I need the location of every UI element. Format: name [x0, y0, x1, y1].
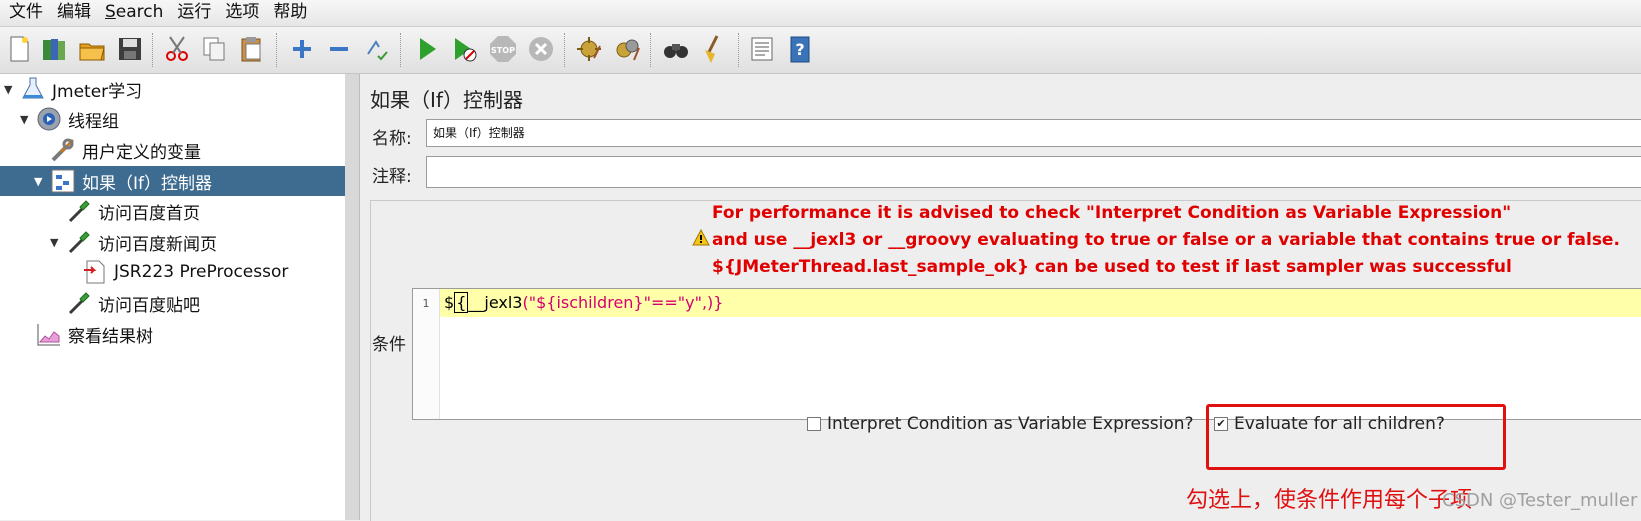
flask-icon — [18, 75, 48, 103]
name-field[interactable]: 如果（If）控制器 — [426, 119, 1641, 147]
warning-line: ${JMeterThread.last_sample_ok} can be us… — [712, 257, 1512, 277]
menu-search[interactable]: Search — [96, 0, 168, 26]
clear-icon[interactable] — [572, 32, 606, 66]
splitter-handle[interactable] — [345, 74, 360, 520]
open-icon[interactable] — [75, 32, 109, 66]
name-label: 名称: — [372, 129, 412, 149]
code-token-args: ("${ischildren}"=="y",)} — [522, 293, 724, 312]
menu-help[interactable]: 帮助 — [264, 0, 312, 26]
test-plan-tree: ▼ Jmeter学习 ▼ 线程组 用户定义的变量 ▼ 如果（If）控制器 访问百… — [0, 74, 346, 520]
function-helper-icon[interactable] — [745, 32, 779, 66]
toolbar: STOP ? — [0, 27, 1641, 74]
tree-node-label: 用户定义的变量 — [82, 142, 201, 163]
start-no-pause-icon[interactable] — [447, 32, 481, 66]
menu-run[interactable]: 运行 — [168, 0, 216, 26]
tree-node-label: 访问百度贴吧 — [98, 295, 200, 316]
interpret-label: Interpret Condition as Variable Expressi… — [827, 414, 1194, 434]
search-icon[interactable] — [659, 32, 693, 66]
performance-warning: For performance it is advised to check "… — [692, 200, 1620, 281]
help-icon[interactable]: ? — [783, 32, 817, 66]
tree-node-sampler-home[interactable]: 访问百度首页 — [50, 196, 200, 226]
cut-icon[interactable] — [160, 32, 194, 66]
pipette-icon — [64, 197, 94, 225]
line-number: 1 — [413, 289, 440, 419]
gear-icon — [34, 105, 64, 133]
tree-node-sampler-tieba[interactable]: 访问百度贴吧 — [50, 288, 200, 318]
templates-icon[interactable] — [37, 32, 71, 66]
tree-node-label: 访问百度新闻页 — [98, 234, 217, 255]
toolbar-separator — [152, 33, 155, 67]
warning-icon — [692, 229, 710, 246]
clear-all-icon[interactable] — [610, 32, 644, 66]
tree-node-label: Jmeter学习 — [52, 81, 143, 102]
tree-expand-toggle[interactable]: ▼ — [4, 83, 18, 96]
expand-icon[interactable] — [285, 32, 319, 66]
toggle-icon[interactable] — [360, 32, 394, 66]
tree-expand-toggle[interactable]: ▼ — [20, 113, 34, 126]
shutdown-icon[interactable] — [524, 32, 558, 66]
annotation-note: 勾选上，使条件作用每个子项 — [1186, 488, 1473, 513]
tree-node-label: JSR223 PreProcessor — [114, 262, 289, 282]
toolbar-separator — [738, 33, 741, 67]
toolbar-separator — [564, 33, 567, 67]
menu-edit[interactable]: 编辑 — [48, 0, 96, 26]
preprocessor-icon — [80, 258, 110, 286]
pipette-icon — [64, 228, 94, 256]
watermark: CSDN @Tester_muller — [1442, 490, 1638, 511]
tree-node-sampler-news[interactable]: ▼ 访问百度新闻页 — [50, 227, 217, 257]
code-line[interactable]: ${__jexl3("${ischildren}"=="y",)} — [440, 289, 1641, 317]
warning-line: For performance it is advised to check "… — [712, 203, 1512, 223]
checkbox-unchecked[interactable] — [807, 417, 821, 431]
pipette-icon — [64, 289, 94, 317]
condition-label: 条件 — [372, 335, 406, 355]
code-token-function: __jexl3 — [468, 293, 523, 312]
save-icon[interactable] — [113, 32, 147, 66]
paste-icon[interactable] — [235, 32, 269, 66]
tree-node-label: 察看结果树 — [68, 326, 153, 347]
condition-editor[interactable]: 1 ${__jexl3("${ischildren}"=="y",)} — [412, 288, 1641, 420]
tree-node-user-defined-variables[interactable]: 用户定义的变量 — [34, 135, 201, 165]
menu-options[interactable]: 选项 — [216, 0, 264, 26]
wrench-icon — [48, 136, 78, 164]
tree-expand-toggle[interactable]: ▼ — [34, 175, 48, 188]
collapse-icon[interactable] — [322, 32, 356, 66]
code-token-dollar: $ — [444, 293, 455, 312]
toolbar-separator — [276, 33, 279, 67]
warning-line: and use __jexl3 or __groovy evaluating t… — [712, 230, 1620, 250]
reset-search-icon[interactable] — [697, 32, 731, 66]
if-controller-icon — [48, 167, 78, 195]
comment-label: 注释: — [372, 167, 412, 187]
comment-field[interactable] — [426, 156, 1641, 188]
menu-file[interactable]: 文件 — [0, 0, 48, 26]
interpret-checkbox[interactable]: Interpret Condition as Variable Expressi… — [807, 414, 1194, 434]
tree-node-view-results-tree[interactable]: 察看结果树 — [20, 319, 153, 349]
menu-bar: 文件 编辑 Search 运行 选项 帮助 — [0, 0, 1641, 27]
tree-node-thread-group[interactable]: ▼ 线程组 — [20, 104, 119, 134]
new-icon[interactable] — [2, 32, 36, 66]
tree-node-label: 如果（If）控制器 — [82, 173, 212, 194]
svg-text:?: ? — [795, 40, 804, 59]
code-token-brace: { — [454, 292, 469, 313]
copy-icon[interactable] — [197, 32, 231, 66]
tree-node-label: 访问百度首页 — [98, 203, 200, 224]
tree-node-if-controller[interactable]: ▼ 如果（If）控制器 — [0, 166, 345, 196]
svg-text:STOP: STOP — [491, 46, 515, 55]
chart-icon — [34, 320, 64, 348]
tree-expand-toggle[interactable]: ▼ — [50, 236, 64, 249]
toolbar-separator — [400, 33, 403, 67]
page-title: 如果（If）控制器 — [370, 88, 523, 112]
highlight-box — [1206, 404, 1506, 470]
start-icon[interactable] — [410, 32, 444, 66]
stop-icon[interactable]: STOP — [486, 32, 520, 66]
tree-node-test-plan[interactable]: ▼ Jmeter学习 — [4, 74, 142, 104]
toolbar-separator — [650, 33, 653, 67]
tree-node-jsr223-preprocessor[interactable]: JSR223 PreProcessor — [66, 257, 288, 287]
tree-node-label: 线程组 — [68, 111, 119, 132]
